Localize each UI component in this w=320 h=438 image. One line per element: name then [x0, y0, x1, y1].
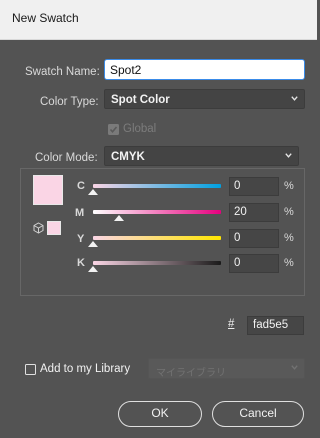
magenta-slider-thumb[interactable]: [113, 215, 124, 221]
black-slider-thumb[interactable]: [88, 266, 98, 272]
web-safe-swatch[interactable]: [47, 221, 61, 235]
color-type-label: Color Type:: [40, 96, 99, 108]
chevron-down-icon: [285, 153, 292, 158]
black-percent-unit: %: [284, 257, 294, 269]
yellow-value-field[interactable]: 0: [229, 229, 279, 248]
black-value-field[interactable]: 0: [229, 254, 279, 273]
color-mode-dropdown[interactable]: CMYK: [104, 146, 299, 166]
hex-symbol: #: [228, 318, 235, 330]
swatch-preview: [33, 175, 63, 205]
magenta-percent-unit: %: [284, 206, 294, 218]
color-mode-value: CMYK: [111, 151, 145, 163]
black-slider-track[interactable]: [93, 261, 221, 265]
chevron-down-icon: [291, 365, 298, 370]
out-of-gamut-cube-icon[interactable]: [33, 222, 44, 234]
swatch-name-label: Swatch Name:: [25, 66, 100, 78]
add-to-library-label: Add to my Library: [40, 363, 131, 375]
global-label: Global: [123, 123, 157, 135]
ok-button[interactable]: OK: [118, 401, 202, 427]
color-type-value: Spot Color: [111, 94, 170, 106]
cyan-letter: C: [77, 180, 85, 192]
chevron-down-icon: [291, 96, 298, 101]
hex-value-field[interactable]: fad5e5: [247, 316, 304, 335]
magenta-letter: M: [75, 207, 85, 219]
library-dropdown-value: マイライブラリ: [156, 368, 226, 379]
yellow-slider-thumb[interactable]: [88, 241, 98, 247]
cyan-slider-thumb[interactable]: [88, 189, 98, 195]
color-type-dropdown[interactable]: Spot Color: [104, 89, 305, 109]
black-letter: K: [77, 257, 85, 269]
cyan-slider-track[interactable]: [93, 184, 221, 188]
yellow-percent-unit: %: [284, 232, 294, 244]
dialog-title: New Swatch: [12, 11, 79, 25]
swatch-name-input[interactable]: [104, 59, 305, 80]
magenta-value-field[interactable]: 20: [229, 203, 279, 222]
yellow-letter: Y: [77, 233, 85, 245]
yellow-slider-track[interactable]: [93, 236, 221, 240]
title-bar[interactable]: New Swatch: [0, 0, 317, 40]
cancel-button[interactable]: Cancel: [212, 401, 304, 427]
new-swatch-dialog: New Swatch Swatch Name: Color Type: Spot…: [0, 0, 317, 438]
magenta-slider-track[interactable]: [93, 210, 221, 214]
cyan-percent-unit: %: [284, 180, 294, 192]
global-checkbox[interactable]: [108, 124, 119, 135]
cyan-value-field[interactable]: 0: [229, 177, 279, 196]
add-to-library-checkbox[interactable]: [25, 364, 36, 375]
library-dropdown[interactable]: マイライブラリ: [148, 358, 305, 379]
color-mode-label: Color Mode:: [35, 152, 98, 164]
